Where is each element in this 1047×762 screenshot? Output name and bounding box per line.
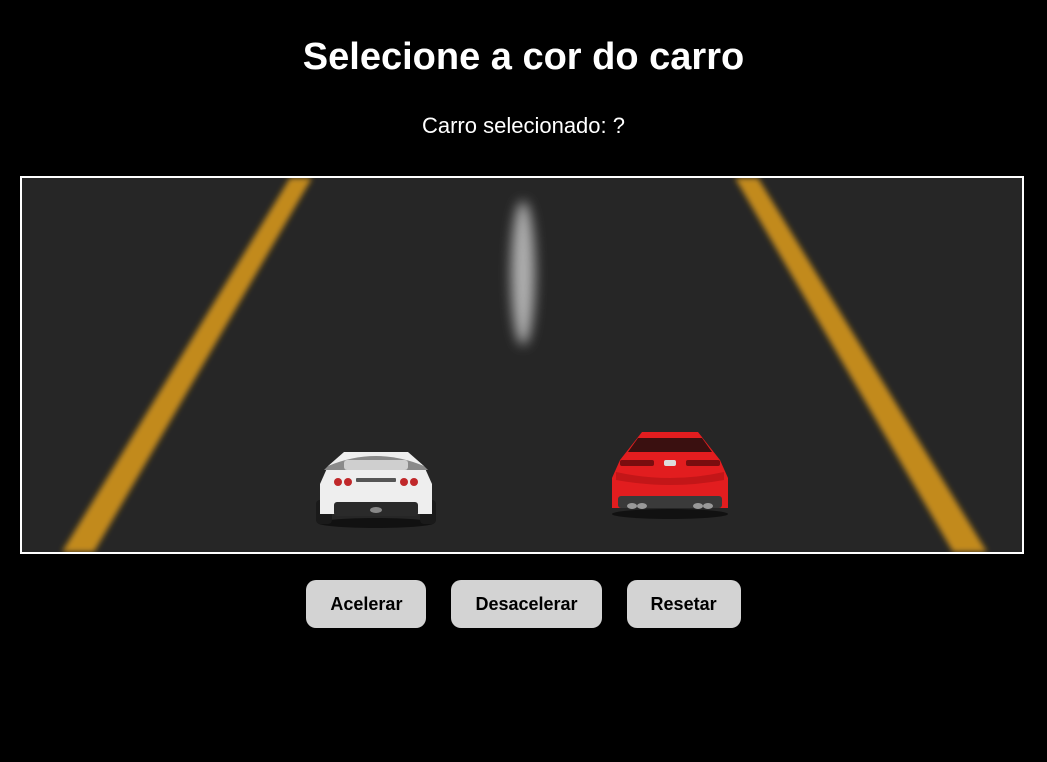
reset-button[interactable]: Resetar [626,580,741,628]
page-title: Selecione a cor do carro [302,36,745,78]
white-car[interactable] [314,444,438,528]
controls-bar: Acelerar Desacelerar Resetar [0,580,1047,628]
accelerate-button[interactable]: Acelerar [306,580,427,628]
decelerate-button[interactable]: Desacelerar [451,580,602,628]
race-track [20,176,1024,554]
center-line-dash [511,201,535,345]
red-car[interactable] [608,428,732,520]
road-svg [22,178,1022,552]
selected-car-label: Carro selecionado: ? [421,113,625,138]
